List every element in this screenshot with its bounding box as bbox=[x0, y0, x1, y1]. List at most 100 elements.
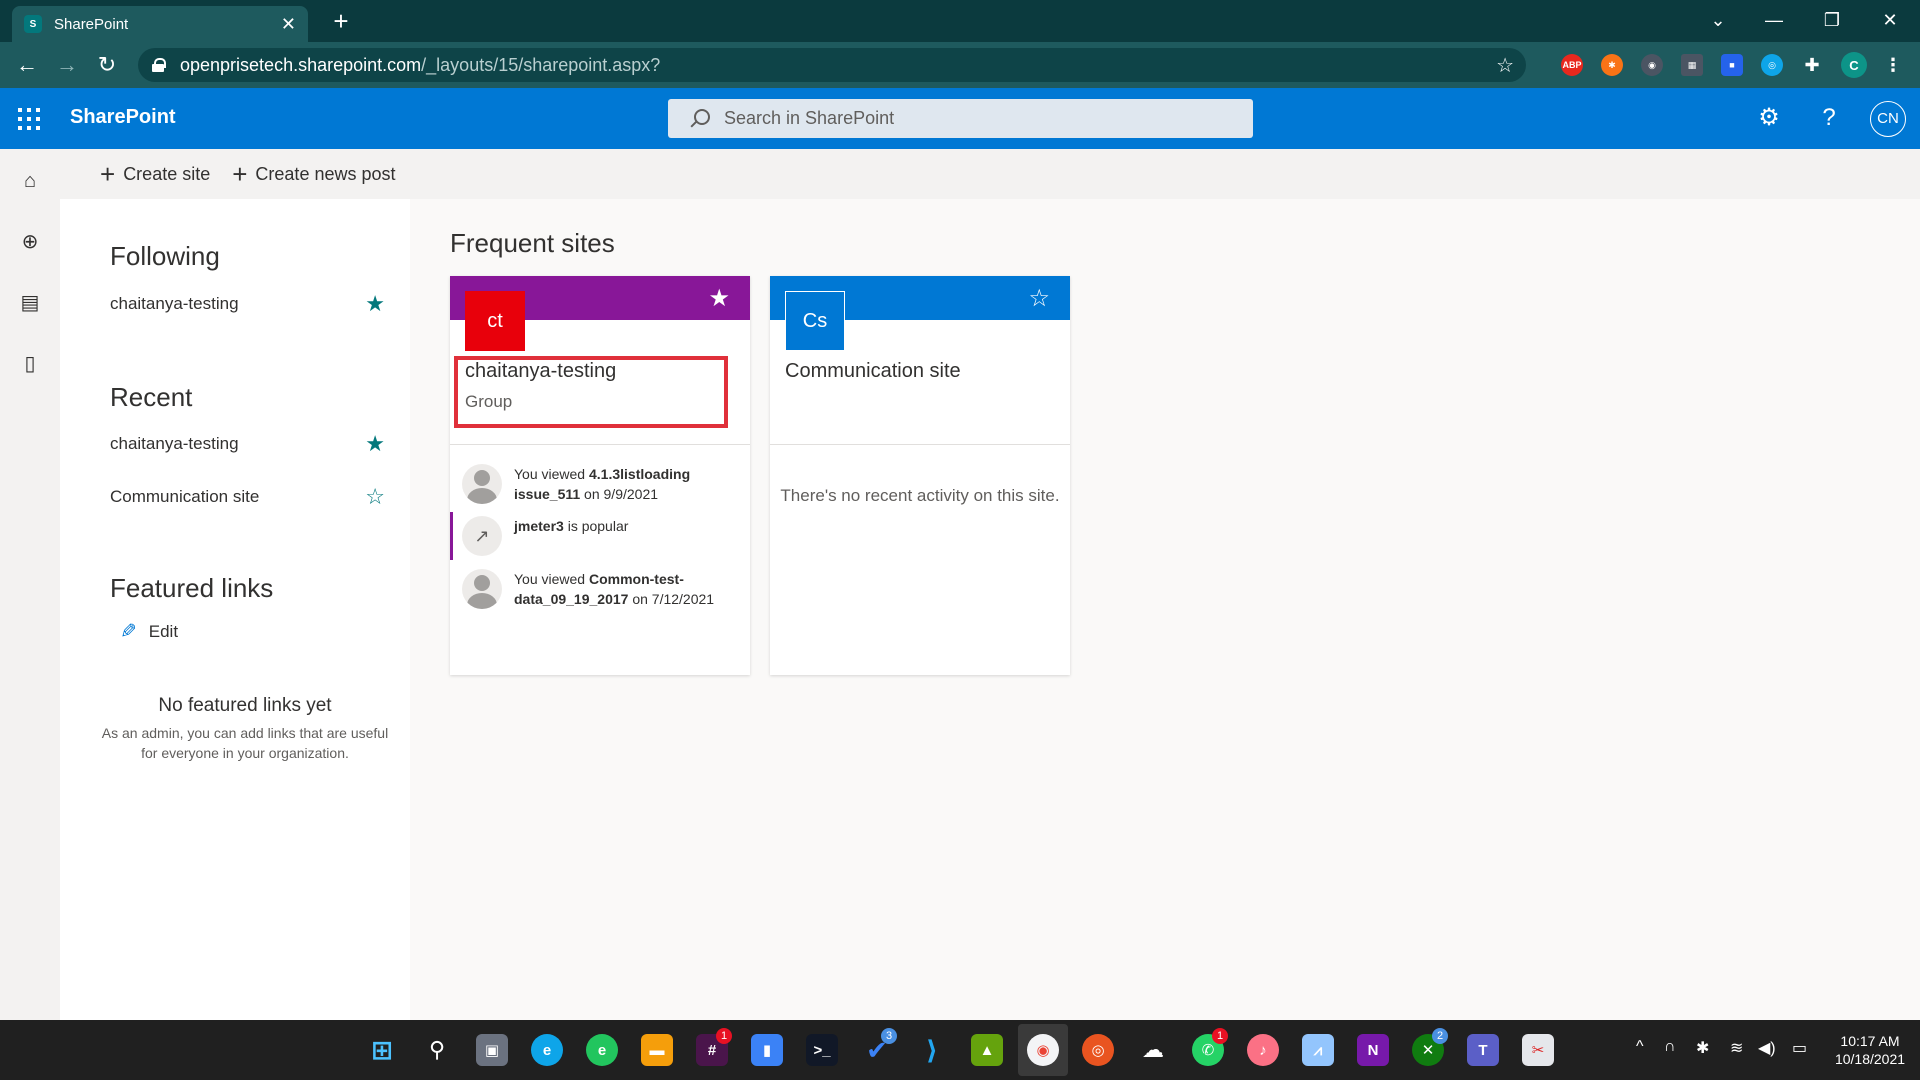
blue-extension-icon[interactable]: ◎ bbox=[1761, 54, 1783, 76]
windows-start-icon[interactable]: ⊞ bbox=[366, 1034, 398, 1066]
site-card-chaitanya-testing[interactable]: ★ ct chaitanya-testing Group You viewed … bbox=[450, 276, 750, 675]
onenote-icon[interactable]: N bbox=[1357, 1034, 1389, 1066]
browser-tab[interactable]: S SharePoint ✕ bbox=[12, 6, 308, 42]
todo-badge: 3 bbox=[881, 1028, 897, 1044]
person-icon bbox=[462, 569, 502, 609]
activity-item[interactable]: You viewed Common-test-data_09_19_2017 o… bbox=[462, 569, 742, 609]
outline-star-icon[interactable]: ☆ bbox=[365, 484, 385, 510]
activity-item-name: jmeter3 bbox=[514, 518, 564, 534]
slack-tray-icon[interactable]: ✱ bbox=[1696, 1038, 1709, 1058]
no-activity-message: There's no recent activity on this site. bbox=[780, 486, 1060, 505]
orange-extension-icon[interactable]: ✱ bbox=[1601, 54, 1623, 76]
help-icon[interactable]: ? bbox=[1814, 103, 1844, 133]
no-featured-description: As an admin, you can add links that are … bbox=[101, 725, 389, 761]
document-icon[interactable]: ▯ bbox=[18, 352, 42, 376]
recent-item[interactable]: Communication site ☆ bbox=[110, 484, 385, 510]
sharepoint-favicon-icon: S bbox=[24, 15, 42, 33]
trending-icon: ↗ bbox=[462, 516, 502, 556]
profile-avatar[interactable]: C bbox=[1841, 52, 1867, 78]
lock-icon bbox=[152, 58, 166, 72]
plus-icon: + bbox=[100, 159, 116, 189]
adblock-extension-icon[interactable]: ABP bbox=[1561, 54, 1583, 76]
card-divider bbox=[770, 444, 1070, 445]
system-clock[interactable]: 10:17 AM 10/18/2021 bbox=[1830, 1032, 1910, 1068]
create-site-button[interactable]: + Create site bbox=[100, 159, 210, 189]
site-name[interactable]: Communication site bbox=[785, 360, 961, 383]
home-icon[interactable]: ⌂ bbox=[18, 169, 42, 193]
activity-prefix: You viewed bbox=[514, 571, 589, 587]
activity-suffix: on 7/12/2021 bbox=[628, 591, 715, 607]
outline-star-icon[interactable]: ☆ bbox=[1028, 284, 1050, 313]
globe-icon[interactable]: ⊕ bbox=[18, 230, 42, 254]
restore-button[interactable]: ❐ bbox=[1804, 4, 1860, 36]
site-logo: Cs bbox=[785, 291, 845, 351]
volume-icon[interactable]: ◀) bbox=[1758, 1038, 1776, 1058]
recent-item[interactable]: chaitanya-testing ★ bbox=[110, 431, 385, 457]
settings-gear-icon[interactable]: ⚙ bbox=[1754, 103, 1784, 133]
edge-beta-icon[interactable]: e bbox=[586, 1034, 618, 1066]
edge-icon[interactable]: e bbox=[531, 1034, 563, 1066]
activity-item[interactable]: You viewed 4.1.3listloading issue_511 on… bbox=[462, 464, 742, 504]
bookmark-star-icon[interactable]: ☆ bbox=[1496, 53, 1514, 78]
following-item[interactable]: chaitanya-testing ★ bbox=[110, 291, 385, 317]
minimize-button[interactable]: — bbox=[1746, 4, 1802, 36]
following-item-label: chaitanya-testing bbox=[110, 294, 239, 313]
no-featured-title: No featured links yet bbox=[158, 695, 332, 716]
plus-icon: + bbox=[232, 159, 248, 189]
edit-featured-links-button[interactable]: ✎ Edit bbox=[120, 619, 178, 644]
battery-icon[interactable]: ▭ bbox=[1792, 1038, 1807, 1058]
back-button[interactable]: ← bbox=[12, 50, 42, 80]
file-explorer-icon[interactable]: ▬ bbox=[641, 1034, 673, 1066]
close-window-button[interactable]: ✕ bbox=[1862, 4, 1918, 36]
reload-button[interactable]: ↻ bbox=[92, 50, 122, 80]
chart-app-icon[interactable]: ⩘ bbox=[1302, 1034, 1334, 1066]
search-box[interactable]: Search in SharePoint bbox=[668, 99, 1253, 138]
activity-text: You viewed Common-test-data_09_19_2017 o… bbox=[514, 569, 742, 609]
headset-icon[interactable]: ∩ bbox=[1664, 1038, 1676, 1056]
wifi-icon[interactable]: ≋ bbox=[1730, 1038, 1743, 1058]
task-view-icon[interactable]: ▣ bbox=[476, 1034, 508, 1066]
teams-icon[interactable]: T bbox=[1467, 1034, 1499, 1066]
filled-star-icon[interactable]: ★ bbox=[365, 431, 385, 457]
news-icon[interactable]: ▤ bbox=[18, 291, 42, 315]
meet-extension-icon[interactable]: ■ bbox=[1721, 54, 1743, 76]
clock-date: 10/18/2021 bbox=[1834, 1051, 1906, 1067]
cloud-app-icon[interactable]: ☁ bbox=[1137, 1034, 1169, 1066]
qr-extension-icon[interactable]: ▦ bbox=[1681, 54, 1703, 76]
vscode-icon[interactable]: ⟩ bbox=[916, 1034, 948, 1066]
tray-overflow-icon[interactable]: ^ bbox=[1636, 1038, 1644, 1056]
clock-time: 10:17 AM bbox=[1840, 1033, 1900, 1049]
suite-bar: SharePoint Search in SharePoint ⚙ ? CN bbox=[0, 88, 1920, 149]
filled-star-icon[interactable]: ★ bbox=[708, 284, 730, 313]
app-launcher-icon[interactable] bbox=[18, 108, 40, 130]
browser-menu-icon[interactable]: ⋮ bbox=[1882, 54, 1904, 76]
frequent-sites-heading: Frequent sites bbox=[450, 228, 615, 258]
music-icon[interactable]: ♪ bbox=[1247, 1034, 1279, 1066]
address-bar[interactable]: openprisetech.sharepoint.com/_layouts/15… bbox=[138, 48, 1526, 82]
chrome-icon[interactable]: ◉ bbox=[1027, 1034, 1059, 1066]
xbox-badge: 2 bbox=[1432, 1028, 1448, 1044]
create-news-post-button[interactable]: + Create news post bbox=[232, 159, 395, 189]
activity-item[interactable]: ↗ jmeter3 is popular bbox=[462, 516, 742, 556]
notepad-icon[interactable]: ▮ bbox=[751, 1034, 783, 1066]
site-card-communication-site[interactable]: ☆ Cs Communication site There's no recen… bbox=[770, 276, 1070, 675]
search-placeholder: Search in SharePoint bbox=[724, 108, 895, 128]
forward-button[interactable]: → bbox=[52, 50, 82, 80]
user-avatar[interactable]: CN bbox=[1870, 101, 1906, 137]
activity-suffix: on 9/9/2021 bbox=[580, 486, 659, 502]
globe-extension-icon[interactable]: ◉ bbox=[1641, 54, 1663, 76]
new-tab-button[interactable]: + bbox=[326, 6, 356, 36]
close-tab-icon[interactable]: ✕ bbox=[281, 14, 296, 35]
image-viewer-icon[interactable]: ▲ bbox=[971, 1034, 1003, 1066]
tab-search-chevron-icon[interactable]: ⌄ bbox=[1690, 4, 1746, 36]
filled-star-icon[interactable]: ★ bbox=[365, 291, 385, 317]
search-taskbar-icon[interactable]: ⚲ bbox=[421, 1034, 453, 1066]
recent-heading: Recent bbox=[110, 382, 193, 412]
sharepoint-brand[interactable]: SharePoint bbox=[70, 106, 176, 129]
extensions-puzzle-icon[interactable]: ✚ bbox=[1801, 54, 1823, 76]
terminal-icon[interactable]: >_ bbox=[806, 1034, 838, 1066]
ubuntu-icon[interactable]: ◎ bbox=[1082, 1034, 1114, 1066]
recent-item-label: chaitanya-testing bbox=[110, 434, 239, 453]
left-panel: Following chaitanya-testing ★ Recent cha… bbox=[60, 199, 410, 1020]
snipping-tool-icon[interactable]: ✂ bbox=[1522, 1034, 1554, 1066]
